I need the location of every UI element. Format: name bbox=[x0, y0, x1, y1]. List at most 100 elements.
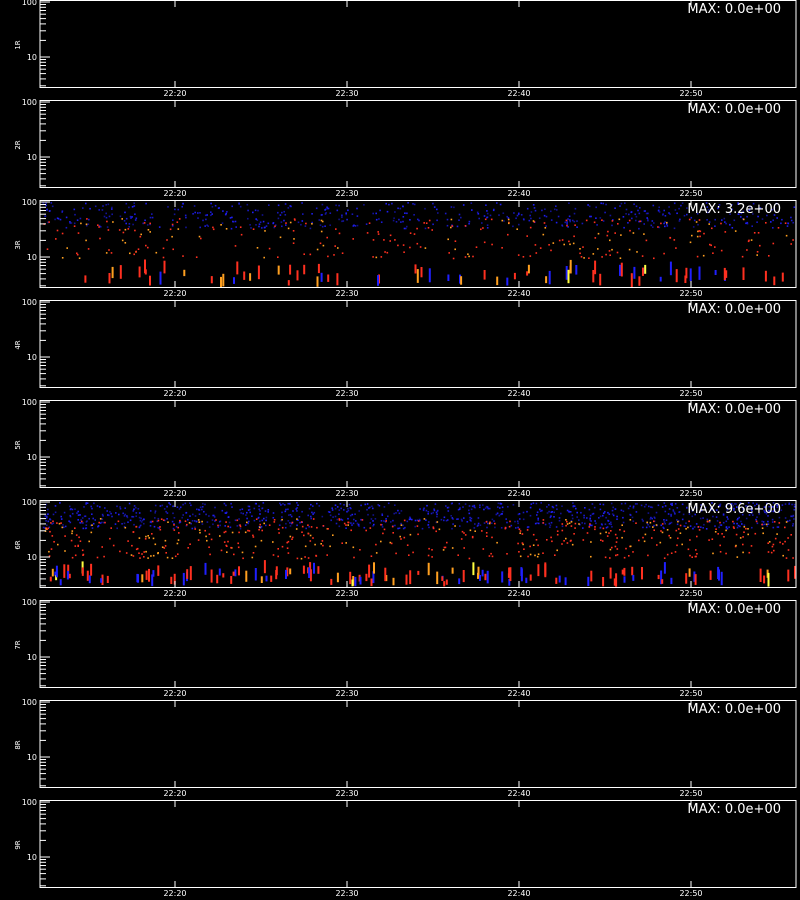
data-streak bbox=[84, 275, 87, 283]
data-point bbox=[123, 220, 126, 222]
data-point bbox=[706, 219, 708, 221]
data-point bbox=[644, 210, 646, 212]
data-point bbox=[419, 508, 421, 510]
data-point bbox=[209, 553, 211, 556]
data-point bbox=[556, 209, 558, 211]
data-streak bbox=[138, 266, 141, 278]
data-point bbox=[460, 538, 463, 540]
data-streak bbox=[644, 264, 647, 274]
data-point bbox=[549, 516, 552, 519]
data-point bbox=[558, 519, 561, 522]
data-point bbox=[176, 221, 179, 223]
data-point bbox=[793, 518, 795, 520]
data-point bbox=[780, 222, 782, 225]
data-point bbox=[629, 545, 632, 548]
data-point bbox=[79, 514, 81, 516]
data-point bbox=[468, 512, 471, 515]
y-tick-label: 10 bbox=[27, 53, 37, 62]
data-point bbox=[353, 556, 355, 559]
y-tick-label: 10 bbox=[27, 453, 37, 462]
data-point bbox=[746, 249, 748, 251]
y-tick-label: 10 bbox=[27, 653, 37, 662]
data-point bbox=[268, 204, 270, 206]
y-axis-ticks bbox=[40, 601, 50, 687]
data-streak bbox=[545, 276, 548, 284]
data-point bbox=[466, 521, 469, 523]
data-point bbox=[247, 505, 250, 508]
data-point bbox=[573, 212, 576, 215]
data-point bbox=[194, 520, 196, 522]
data-point bbox=[375, 552, 378, 554]
data-point bbox=[731, 227, 734, 229]
data-point bbox=[185, 216, 187, 219]
data-point bbox=[561, 525, 564, 528]
data-streak bbox=[308, 567, 311, 578]
data-point bbox=[105, 216, 108, 219]
data-point bbox=[277, 204, 280, 207]
data-point bbox=[302, 213, 304, 215]
data-point bbox=[782, 554, 784, 557]
data-point bbox=[417, 533, 419, 536]
data-point bbox=[703, 523, 705, 526]
data-point bbox=[614, 232, 616, 234]
data-point bbox=[285, 222, 287, 224]
data-point bbox=[664, 225, 666, 228]
data-point bbox=[657, 209, 660, 212]
data-point bbox=[150, 555, 152, 557]
data-point bbox=[143, 522, 145, 525]
data-point bbox=[151, 213, 153, 215]
data-point bbox=[178, 532, 180, 534]
data-point bbox=[263, 256, 265, 259]
data-point bbox=[426, 504, 428, 507]
data-point bbox=[492, 209, 495, 212]
data-point bbox=[381, 526, 384, 528]
y-tick-label: 100 bbox=[22, 598, 37, 607]
data-point bbox=[119, 215, 122, 218]
data-point bbox=[383, 506, 386, 508]
data-point bbox=[49, 210, 51, 212]
data-point bbox=[793, 505, 796, 508]
data-point bbox=[190, 522, 192, 525]
data-point bbox=[579, 252, 581, 255]
data-point bbox=[236, 519, 239, 522]
data-point bbox=[651, 506, 654, 509]
data-point bbox=[487, 507, 489, 510]
data-point bbox=[790, 243, 792, 245]
data-point bbox=[792, 221, 794, 224]
data-point bbox=[590, 541, 592, 543]
data-point bbox=[688, 218, 691, 221]
data-point bbox=[71, 532, 73, 535]
data-streak bbox=[336, 572, 339, 583]
data-point bbox=[387, 515, 389, 518]
x-tick-label: 22:40 bbox=[507, 89, 530, 98]
data-point bbox=[160, 518, 163, 520]
data-point bbox=[570, 539, 572, 542]
data-point bbox=[380, 221, 383, 223]
data-point bbox=[118, 513, 120, 516]
data-streak bbox=[257, 265, 260, 280]
data-point bbox=[187, 518, 189, 521]
data-streak bbox=[144, 259, 146, 274]
data-point bbox=[172, 219, 174, 221]
data-point bbox=[522, 218, 525, 220]
data-point bbox=[487, 522, 489, 525]
y-tick-label: 100 bbox=[22, 798, 37, 807]
data-point bbox=[397, 527, 399, 530]
data-point bbox=[500, 527, 503, 529]
data-point bbox=[125, 552, 128, 554]
data-point bbox=[137, 508, 140, 510]
data-point bbox=[406, 225, 408, 228]
data-point bbox=[331, 509, 334, 511]
data-point bbox=[591, 524, 593, 527]
data-point bbox=[639, 207, 641, 209]
data-point bbox=[289, 221, 292, 224]
data-point bbox=[766, 525, 769, 527]
data-point bbox=[78, 257, 81, 259]
data-point bbox=[433, 206, 436, 208]
data-point bbox=[747, 528, 749, 530]
data-point bbox=[159, 505, 162, 507]
data-point bbox=[228, 521, 231, 524]
data-point bbox=[590, 555, 592, 558]
data-point bbox=[232, 220, 234, 223]
data-point bbox=[335, 228, 337, 230]
